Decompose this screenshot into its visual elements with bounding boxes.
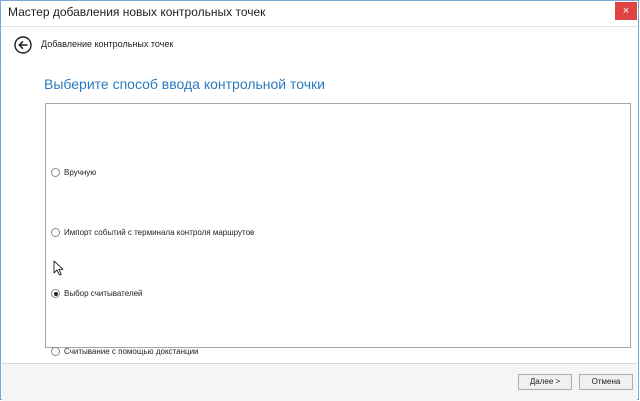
cancel-button[interactable]: Отмена xyxy=(579,374,633,390)
close-button[interactable]: × xyxy=(615,2,637,20)
option-select-readers[interactable]: Выбор считывателей xyxy=(51,289,143,298)
title-bar: Мастер добавления новых контрольных точе… xyxy=(1,1,638,25)
option-import-events[interactable]: Импорт событий с терминала контроля марш… xyxy=(51,228,254,237)
section-heading: Выберите способ ввода контрольной точки xyxy=(44,76,325,92)
radio-button[interactable] xyxy=(51,228,60,237)
page-title: Добавление контрольных точек xyxy=(41,39,174,49)
input-method-group: Вручную Импорт событий с терминала контр… xyxy=(45,103,631,356)
close-icon: × xyxy=(622,5,630,17)
radio-button[interactable] xyxy=(51,168,60,177)
wizard-window: Мастер добавления новых контрольных точе… xyxy=(0,0,639,401)
navigation-bar: Добавление контрольных точек xyxy=(1,26,638,65)
footer-bar: Далее > Отмена xyxy=(2,363,637,401)
radio-button-selected[interactable] xyxy=(51,289,60,298)
option-label: Импорт событий с терминала контроля марш… xyxy=(64,228,255,237)
mouse-cursor-icon xyxy=(53,260,64,276)
radio-button[interactable] xyxy=(51,347,60,356)
back-button[interactable] xyxy=(14,36,32,54)
option-label: Считывание с помощью докстанции xyxy=(64,347,199,356)
window-title: Мастер добавления новых контрольных точе… xyxy=(8,5,266,19)
option-manual[interactable]: Вручную xyxy=(51,168,96,177)
next-button[interactable]: Далее > xyxy=(518,374,572,390)
option-label: Вручную xyxy=(64,168,97,177)
option-dock-station[interactable]: Считывание с помощью докстанции xyxy=(51,347,199,356)
option-label: Выбор считывателей xyxy=(64,289,143,298)
content-area: Выберите способ ввода контрольной точки … xyxy=(2,64,637,363)
back-arrow-icon xyxy=(14,36,32,54)
